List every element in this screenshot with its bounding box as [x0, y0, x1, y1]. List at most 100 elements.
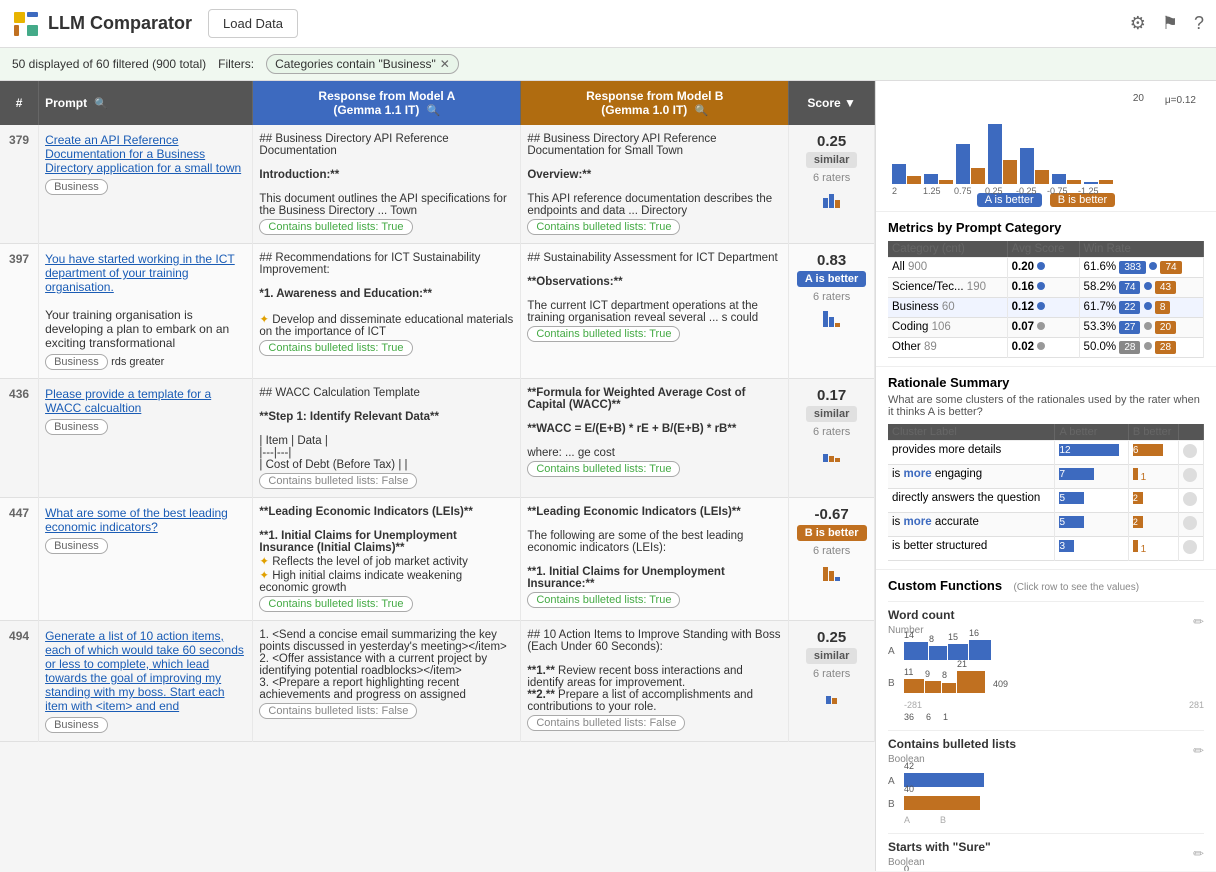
prompt-text[interactable]: What are some of the best leading econom…	[45, 506, 228, 534]
model-b-cell: ## Business Directory API Reference Docu…	[521, 125, 789, 244]
metrics-category: Coding 106	[888, 318, 1007, 338]
load-data-button[interactable]: Load Data	[208, 9, 298, 38]
score-sort-icon[interactable]: ▼	[844, 96, 856, 110]
comparator-table: # Prompt 🔍 Response from Model A(Gemma 1…	[0, 81, 875, 742]
fn-label-b: B	[888, 678, 900, 689]
custom-fn-word-count[interactable]: Word count Number ✏ A 14	[888, 601, 1204, 722]
help-icon[interactable]: ?	[1194, 13, 1204, 34]
fn-seg	[948, 644, 968, 660]
prompt-text[interactable]: Generate a list of 10 action items, each…	[45, 629, 244, 713]
rationale-a-bar: 5	[1055, 489, 1128, 513]
fn-bars-a: A 14 8 15	[888, 640, 1204, 663]
metrics-col-winrate: Win Rate	[1079, 241, 1203, 258]
prompt-cell: What are some of the best leading econom…	[39, 498, 253, 621]
fn-label-b2: B	[888, 799, 900, 810]
model-a-search-icon[interactable]: 🔍	[427, 105, 441, 117]
model-a-cell: **Leading Economic Indicators (LEIs)****…	[253, 498, 521, 621]
fn-axis-min: -281	[904, 700, 922, 710]
hist-group	[1052, 174, 1081, 184]
score-cell: 0.17 similar 6 raters	[789, 379, 875, 498]
rationale-col-a: A better	[1055, 424, 1128, 441]
custom-fn-bulleted[interactable]: Contains bulleted lists Boolean ✏ A 42	[888, 730, 1204, 825]
fn-name-bulleted: Contains bulleted lists	[888, 737, 1016, 751]
metrics-row-business[interactable]: Business 60 0.12 61.7% 22 8	[888, 298, 1204, 318]
custom-fn-sure[interactable]: Starts with "Sure" Boolean ✏ A 0 B	[888, 833, 1204, 871]
metrics-col-avg: Avg Score	[1007, 241, 1079, 258]
mini-bar-b	[832, 698, 837, 704]
metrics-row[interactable]: Other 89 0.02 50.0% 28 28	[888, 338, 1204, 358]
metrics-win-rate: 53.3% 27 20	[1079, 318, 1203, 338]
col-header-model-b: Response from Model B(Gemma 1.0 IT) 🔍	[521, 81, 789, 125]
prompt-text-2: Your training organisation is developing…	[45, 308, 229, 350]
flag-icon[interactable]: ⚑	[1162, 13, 1178, 34]
mini-bar-b2	[829, 571, 834, 581]
hist-group	[988, 124, 1017, 184]
metrics-row[interactable]: All 900 0.20 61.6% 383 74	[888, 258, 1204, 278]
score-value: 0.17	[795, 387, 868, 404]
row-num: 494	[0, 621, 39, 742]
contains-badge-b: Contains bulleted lists: True	[527, 219, 680, 235]
metrics-category: Business 60	[888, 298, 1007, 318]
fn-seg	[929, 646, 947, 660]
metrics-title: Metrics by Prompt Category	[888, 220, 1204, 235]
metrics-row[interactable]: Coding 106 0.07 53.3% 27 20	[888, 318, 1204, 338]
col-header-num: #	[0, 81, 39, 125]
score-box: 0.25 similar 6 raters	[795, 133, 868, 208]
win-badge-b: 28	[1155, 341, 1176, 354]
win-dot	[1149, 262, 1157, 270]
score-dot	[1037, 342, 1045, 350]
filter-chip[interactable]: Categories contain "Business" ✕	[266, 54, 459, 74]
hist-x-labels: 2 1.25 0.75 0.25 -0.25 -0.75 -1.25	[888, 186, 1204, 196]
fn-seg	[925, 681, 941, 693]
fn-name-sure: Starts with "Sure"	[888, 840, 991, 854]
hist-group	[956, 144, 985, 184]
mini-bar-chart	[795, 561, 868, 581]
hist-y-label: 20	[888, 93, 1204, 104]
hist-label: 0.75	[954, 186, 982, 196]
model-b-search-icon[interactable]: 🔍	[695, 105, 709, 117]
settings-icon[interactable]: ⚙	[1130, 13, 1146, 34]
fn-edit-bulleted[interactable]: ✏	[1193, 743, 1204, 759]
prompt-text[interactable]: Create an API Reference Documentation fo…	[45, 133, 241, 175]
app-title: LLM Comparator	[48, 13, 192, 34]
mini-bar-a	[823, 454, 828, 462]
fn-label-a: A	[888, 646, 900, 657]
fn-bars-b: B 11 9 8	[888, 671, 1204, 696]
prompt-cell: Please provide a template for a WACC cal…	[39, 379, 253, 498]
model-a-cell: ## Recommendations for ICT Sustainabilit…	[253, 244, 521, 379]
prompt-text[interactable]: Please provide a template for a WACC cal…	[45, 387, 211, 415]
win-badge-a: 383	[1119, 261, 1146, 274]
mini-bar-a2	[829, 317, 834, 327]
fn-edit-word-count[interactable]: ✏	[1193, 614, 1204, 630]
metrics-avg-score: 0.02	[1007, 338, 1079, 358]
metrics-row[interactable]: Science/Tec... 190 0.16 58.2% 74 43	[888, 278, 1204, 298]
hist-bar-a	[956, 144, 970, 184]
metrics-win-rate: 50.0% 28 28	[1079, 338, 1203, 358]
mu-label: μ=0.12	[1165, 95, 1196, 106]
contains-badge-b: Contains bulleted lists: True	[527, 592, 680, 608]
contains-badge-b: Contains bulleted lists: True	[527, 326, 680, 342]
prompt-search-icon[interactable]: 🔍	[94, 98, 108, 110]
row-num: 397	[0, 244, 39, 379]
rationale-b-bar: 2	[1128, 513, 1179, 537]
model-a-cell: ## WACC Calculation Template**Step 1: Id…	[253, 379, 521, 498]
table-panel: # Prompt 🔍 Response from Model A(Gemma 1…	[0, 81, 876, 871]
rationale-section: Rationale Summary What are some clusters…	[876, 367, 1216, 570]
hist-bar-a	[1020, 148, 1034, 184]
filter-remove-icon[interactable]: ✕	[440, 57, 450, 71]
fn-label-a2: A	[888, 776, 900, 787]
custom-functions-section: Custom Functions (Click row to see the v…	[876, 570, 1216, 871]
prompt-text[interactable]: You have started working in the ICT depa…	[45, 252, 235, 294]
mini-bar-b	[835, 200, 840, 208]
rationale-label: is more engaging	[888, 465, 1055, 489]
model-b-text: ## Sustainability Assessment for ICT Dep…	[527, 252, 777, 324]
fn-edit-sure[interactable]: ✏	[1193, 846, 1204, 862]
rationale-row: directly answers the question 5 2	[888, 489, 1204, 513]
fn-chart-word-count: A 14 8 15	[888, 640, 1204, 722]
metrics-avg-score: 0.16	[1007, 278, 1079, 298]
fn-seg	[904, 796, 980, 810]
fn-chart-bulleted: A 42 B 40 A	[888, 773, 1204, 825]
custom-functions-title: Custom Functions	[888, 578, 1002, 593]
fn-bool-label-b: B	[940, 815, 946, 825]
right-panel: 20	[876, 81, 1216, 871]
